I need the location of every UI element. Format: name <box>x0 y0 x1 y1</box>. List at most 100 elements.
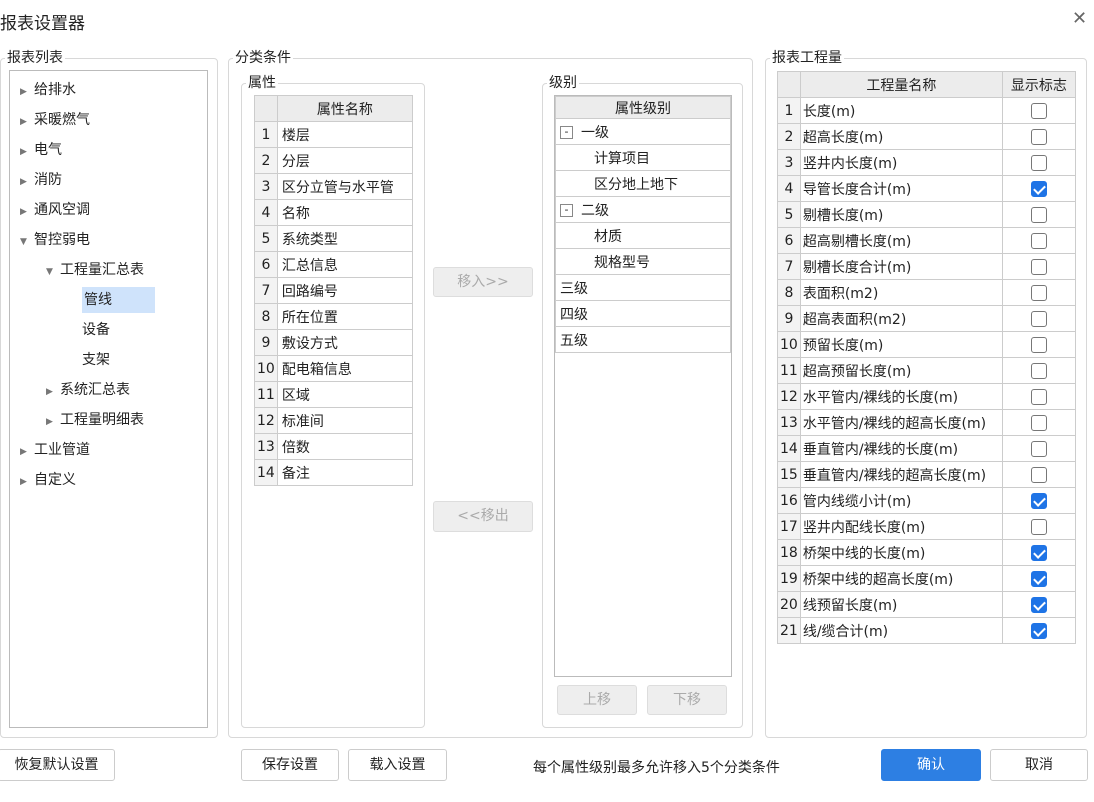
attribute-row[interactable]: 12 标准间 <box>254 407 414 434</box>
tree-item[interactable]: ▶ 工业管道 <box>20 437 90 463</box>
levels-tree[interactable]: 属性级别 - 一级 计算项目 区分地上地下 - 二级 材质 规格型号 三级 四级 五级 <box>554 95 732 677</box>
display-checkbox[interactable] <box>1030 414 1047 431</box>
display-checkbox[interactable] <box>1030 232 1047 249</box>
tree-item[interactable]: ▶ 系统汇总表 <box>46 377 130 403</box>
level-label: 二级 <box>581 202 609 219</box>
display-checkbox[interactable] <box>1030 544 1047 561</box>
cancel-button[interactable]: 取消 <box>990 749 1088 781</box>
attribute-row[interactable]: 13 倍数 <box>254 433 414 460</box>
display-checkbox[interactable] <box>1030 596 1047 613</box>
display-checkbox[interactable] <box>1030 622 1047 639</box>
level-row[interactable]: 计算项目 <box>555 144 731 171</box>
display-checkbox[interactable] <box>1030 154 1047 171</box>
display-checkbox[interactable] <box>1030 180 1047 197</box>
attribute-row[interactable]: 10 配电箱信息 <box>254 355 414 382</box>
display-checkbox[interactable] <box>1030 284 1047 301</box>
load-settings-button[interactable]: 载入设置 <box>348 749 447 781</box>
tree-item[interactable]: ▶ 自定义 <box>20 467 76 493</box>
quantity-name: 预留长度(m) <box>799 331 1003 358</box>
quantity-name: 长度(m) <box>799 97 1003 124</box>
attribute-row[interactable]: 14 备注 <box>254 459 414 486</box>
report-tree[interactable]: ▶ 给排水 ▶ 采暖燃气 ▶ 电气 ▶ 消防 ▶ 通风空调 ▼ 智控弱电 ▼ 工程量汇总表管线设备支架 ▶ 系… <box>9 70 208 728</box>
quantity-name-header: 工程量名称 <box>799 71 1003 98</box>
row-number: 4 <box>777 175 801 202</box>
quantity-name: 水平管内/裸线的超高长度(m) <box>799 409 1003 436</box>
attribute-row[interactable]: 4 名称 <box>254 199 414 226</box>
tree-item[interactable]: ▶ 消防 <box>20 167 62 193</box>
display-checkbox[interactable] <box>1030 258 1047 275</box>
caret-right-icon[interactable]: ▶ <box>20 139 34 165</box>
attribute-row[interactable]: 2 分层 <box>254 147 414 174</box>
quantity-row: 21 线/缆合计(m) <box>777 617 1077 644</box>
level-row[interactable]: 五级 <box>555 326 731 353</box>
level-row[interactable]: 区分地上地下 <box>555 170 731 197</box>
display-checkbox[interactable] <box>1030 128 1047 145</box>
collapse-icon[interactable]: - <box>560 126 573 139</box>
display-checkbox[interactable] <box>1030 362 1047 379</box>
caret-down-icon[interactable]: ▼ <box>46 259 60 285</box>
restore-defaults-button[interactable]: 恢复默认设置 <box>0 749 115 781</box>
move-down-button[interactable]: 下移 <box>647 685 727 715</box>
attribute-row[interactable]: 8 所在位置 <box>254 303 414 330</box>
collapse-icon[interactable]: - <box>560 204 573 217</box>
row-number: 6 <box>777 227 801 254</box>
move-up-button[interactable]: 上移 <box>557 685 637 715</box>
attribute-row[interactable]: 9 敷设方式 <box>254 329 414 356</box>
caret-right-icon[interactable]: ▶ <box>20 469 34 495</box>
row-number: 10 <box>777 331 801 358</box>
caret-right-icon[interactable]: ▶ <box>20 439 34 465</box>
quantity-row: 19 桥架中线的超高长度(m) <box>777 565 1077 592</box>
tree-item[interactable]: ▶ 电气 <box>20 137 62 163</box>
level-row[interactable]: 三级 <box>555 274 731 301</box>
tree-item[interactable]: 管线 <box>82 287 155 313</box>
row-number: 11 <box>254 381 278 408</box>
display-checkbox[interactable] <box>1030 440 1047 457</box>
attributes-label: 属性 <box>246 73 278 93</box>
caret-right-icon[interactable]: ▶ <box>46 409 60 435</box>
attribute-row[interactable]: 11 区域 <box>254 381 414 408</box>
display-checkbox[interactable] <box>1030 492 1047 509</box>
tree-item[interactable]: ▶ 工程量明细表 <box>46 407 144 433</box>
attribute-name: 备注 <box>276 459 414 486</box>
tree-item[interactable]: 设备 <box>82 317 110 343</box>
tree-item[interactable]: ▼ 智控弱电 <box>20 227 90 253</box>
tree-item[interactable]: ▶ 采暖燃气 <box>20 107 90 133</box>
caret-right-icon[interactable]: ▶ <box>20 199 34 225</box>
level-row[interactable]: 材质 <box>555 222 731 249</box>
tree-item[interactable]: 支架 <box>82 347 110 373</box>
attribute-row[interactable]: 6 汇总信息 <box>254 251 414 278</box>
level-row[interactable]: 四级 <box>555 300 731 327</box>
display-checkbox[interactable] <box>1030 310 1047 327</box>
display-checkbox[interactable] <box>1030 206 1047 223</box>
save-settings-button[interactable]: 保存设置 <box>241 749 339 781</box>
level-row[interactable]: 规格型号 <box>555 248 731 275</box>
caret-right-icon[interactable]: ▶ <box>46 379 60 405</box>
quantity-row: 17 竖井内配线长度(m) <box>777 513 1077 540</box>
attribute-row[interactable]: 7 回路编号 <box>254 277 414 304</box>
confirm-button[interactable]: 确认 <box>881 749 981 781</box>
display-checkbox[interactable] <box>1030 388 1047 405</box>
row-number: 12 <box>254 407 278 434</box>
attribute-row[interactable]: 5 系统类型 <box>254 225 414 252</box>
caret-right-icon[interactable]: ▶ <box>20 79 34 105</box>
move-in-button[interactable]: 移入>> <box>433 267 533 297</box>
attribute-row[interactable]: 1 楼层 <box>254 121 414 148</box>
display-checkbox[interactable] <box>1030 102 1047 119</box>
display-checkbox[interactable] <box>1030 466 1047 483</box>
close-icon[interactable]: ✕ <box>1072 8 1087 29</box>
caret-down-icon[interactable]: ▼ <box>20 229 34 255</box>
tree-item-label: 工程量明细表 <box>60 412 144 428</box>
caret-right-icon[interactable]: ▶ <box>20 169 34 195</box>
display-checkbox[interactable] <box>1030 570 1047 587</box>
level-row[interactable]: - 二级 <box>555 196 731 223</box>
display-checkbox[interactable] <box>1030 518 1047 535</box>
display-checkbox[interactable] <box>1030 336 1047 353</box>
attribute-name: 汇总信息 <box>276 251 414 278</box>
tree-item[interactable]: ▶ 给排水 <box>20 77 76 103</box>
tree-item[interactable]: ▼ 工程量汇总表 <box>46 257 144 283</box>
tree-item[interactable]: ▶ 通风空调 <box>20 197 90 223</box>
level-row[interactable]: - 一级 <box>555 118 731 145</box>
move-out-button[interactable]: <<移出 <box>433 501 533 532</box>
attribute-row[interactable]: 3 区分立管与水平管 <box>254 173 414 200</box>
caret-right-icon[interactable]: ▶ <box>20 109 34 135</box>
